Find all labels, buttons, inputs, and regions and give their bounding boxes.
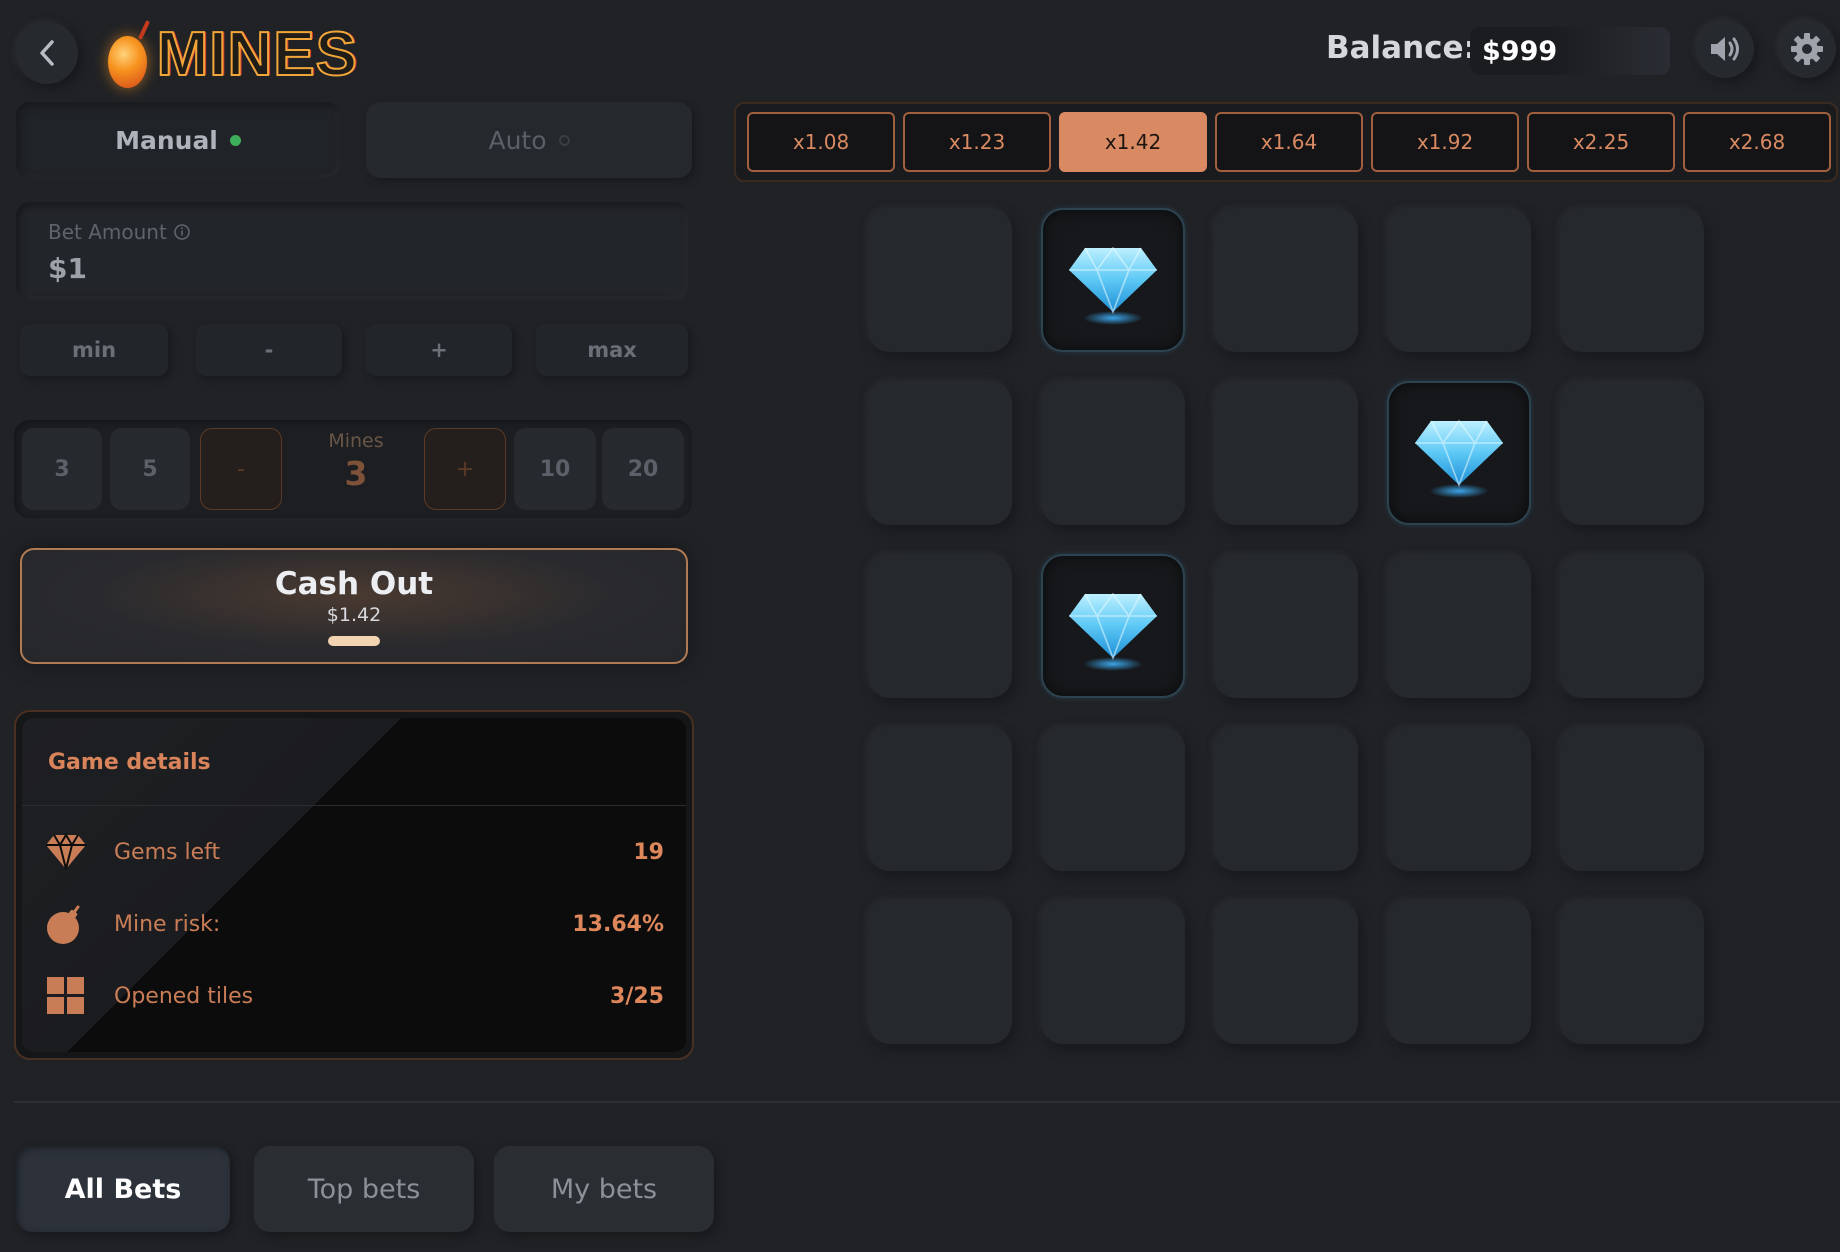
settings-button[interactable] (1778, 20, 1836, 78)
multiplier-x1-42[interactable]: x1.42 (1059, 112, 1207, 172)
gear-icon (1791, 33, 1823, 65)
multiplier-x1-92[interactable]: x1.92 (1371, 112, 1519, 172)
grid-tile[interactable] (868, 554, 1012, 698)
bet-amount-field[interactable]: Bet Amount $1 (16, 202, 688, 300)
multiplier-x1-23[interactable]: x1.23 (903, 112, 1051, 172)
cash-out-title: Cash Out (274, 566, 434, 602)
grid-tile-revealed[interactable] (1041, 208, 1185, 352)
detail-row-gems-left: Gems left 19 (44, 828, 664, 876)
detail-label: Mine risk: (114, 911, 221, 937)
bomb-icon (44, 902, 88, 946)
status-dot-inactive (558, 134, 570, 146)
multiplier-bar: x1.08 x1.23 x1.42 x1.64 x1.92 x2.25 x2.6… (734, 102, 1838, 182)
tab-manual-label: Manual (115, 125, 218, 155)
balance-label: Balance: (1326, 30, 1476, 66)
mines-preset-5[interactable]: 5 (110, 428, 190, 510)
grid-tile[interactable] (1041, 900, 1185, 1044)
detail-value: 19 (633, 839, 664, 865)
detail-row-opened-tiles: Opened tiles 3/25 (44, 972, 664, 1020)
grid-tile[interactable] (1214, 208, 1358, 352)
grid-tile[interactable] (1387, 554, 1531, 698)
bet-max-button[interactable]: max (536, 324, 688, 376)
grid-tile[interactable] (1041, 727, 1185, 871)
detail-value: 3/25 (610, 983, 664, 1009)
mines-count-display: Mines 3 (286, 430, 426, 493)
detail-label: Gems left (114, 839, 221, 865)
status-dot-active (229, 134, 241, 146)
grid-tile[interactable] (1560, 208, 1704, 352)
detail-value: 13.64% (572, 911, 664, 937)
bet-decrease-button[interactable]: - (196, 324, 342, 376)
grid-tile[interactable] (1214, 727, 1358, 871)
tab-auto[interactable]: Auto (366, 102, 692, 178)
grid-tile[interactable] (1387, 900, 1531, 1044)
grid-tile[interactable] (1387, 208, 1531, 352)
grid-tile-revealed[interactable] (1041, 554, 1185, 698)
multiplier-x2-25[interactable]: x2.25 (1527, 112, 1675, 172)
cash-out-amount: $1.42 (326, 604, 382, 626)
speaker-icon (1711, 37, 1739, 61)
grid-tile[interactable] (1041, 381, 1185, 525)
grid-tile-revealed[interactable] (1387, 381, 1531, 525)
tab-auto-label: Auto (488, 125, 547, 155)
grid-tile[interactable] (1560, 554, 1704, 698)
diamond-icon (1411, 407, 1507, 507)
game-details-title: Game details (48, 750, 211, 775)
mines-decrement-button[interactable]: - (200, 428, 282, 510)
bomb-icon (108, 36, 147, 88)
detail-row-mine-risk: Mine risk: 13.64% (44, 900, 664, 948)
tab-all-bets[interactable]: All Bets (16, 1146, 230, 1232)
mines-preset-20[interactable]: 20 (602, 428, 684, 510)
diamond-icon (44, 830, 88, 874)
grid-tile[interactable] (1560, 727, 1704, 871)
grid-tile[interactable] (868, 381, 1012, 525)
multiplier-x1-08[interactable]: x1.08 (747, 112, 895, 172)
info-icon (174, 224, 190, 240)
chevron-left-icon (40, 40, 54, 66)
bet-increase-button[interactable]: + (366, 324, 512, 376)
grid-tile[interactable] (868, 727, 1012, 871)
tiles-icon (44, 974, 88, 1018)
bet-amount-label: Bet Amount (48, 220, 656, 244)
grid-tile[interactable] (1214, 554, 1358, 698)
bet-min-button[interactable]: min (20, 324, 168, 376)
tab-my-bets[interactable]: My bets (494, 1146, 714, 1232)
grid-tile[interactable] (1214, 900, 1358, 1044)
grid-tile[interactable] (868, 208, 1012, 352)
logo: MINES (108, 14, 358, 94)
divider (14, 1101, 1840, 1103)
tab-top-bets[interactable]: Top bets (254, 1146, 474, 1232)
game-details-panel: Game details Gems left 19 Mine risk: 13.… (14, 710, 694, 1060)
tab-manual[interactable]: Manual (16, 102, 340, 178)
mines-preset-3[interactable]: 3 (22, 428, 102, 510)
cash-out-button[interactable]: Cash Out $1.42 (20, 548, 688, 664)
mode-tabs: Manual Auto (16, 102, 692, 178)
cash-out-indicator (328, 636, 380, 646)
logo-text: MINES (156, 19, 358, 90)
diamond-icon (1065, 580, 1161, 680)
mines-selector: 3 5 - Mines 3 + 10 20 (14, 420, 692, 518)
grid-tile[interactable] (1387, 727, 1531, 871)
grid-tile[interactable] (1560, 381, 1704, 525)
mines-increment-button[interactable]: + (424, 428, 506, 510)
mines-value: 3 (344, 454, 368, 493)
mines-label: Mines (328, 430, 384, 452)
divider (22, 805, 686, 806)
mines-preset-10[interactable]: 10 (514, 428, 596, 510)
grid-tile[interactable] (1214, 381, 1358, 525)
detail-label: Opened tiles (114, 983, 254, 1009)
back-button[interactable] (16, 22, 78, 84)
balance-value: $999 (1470, 27, 1670, 75)
grid-tile[interactable] (868, 900, 1012, 1044)
diamond-icon (1065, 234, 1161, 334)
multiplier-x1-64[interactable]: x1.64 (1215, 112, 1363, 172)
grid-tile[interactable] (1560, 900, 1704, 1044)
multiplier-x2-68[interactable]: x2.68 (1683, 112, 1831, 172)
bet-amount-value: $1 (48, 252, 87, 285)
sound-button[interactable] (1696, 20, 1754, 78)
